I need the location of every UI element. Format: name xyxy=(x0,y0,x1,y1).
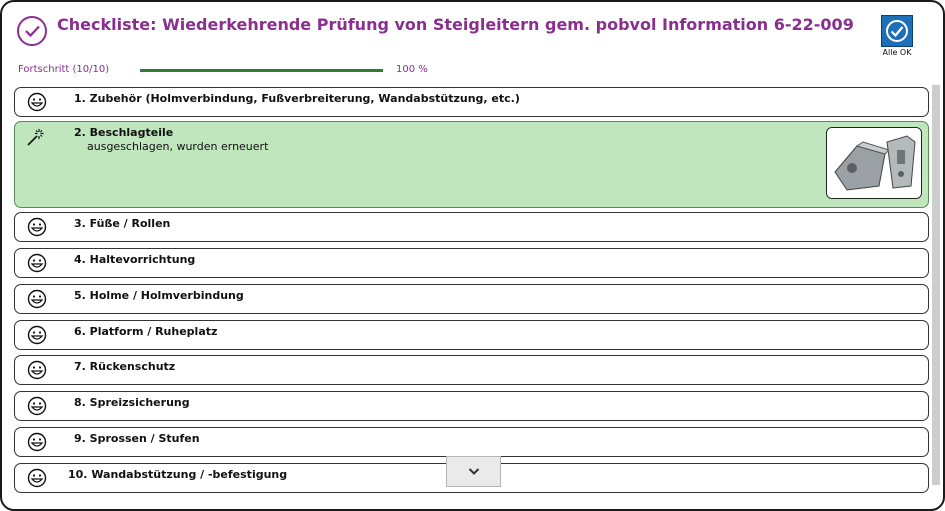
checklist-item-4[interactable]: 4. Haltevorrichtung xyxy=(14,248,929,278)
checklist-item-label: 8. Spreizsicherung xyxy=(74,396,190,409)
smiley-icon xyxy=(27,217,47,237)
smiley-icon xyxy=(27,432,47,452)
checklist-item-6[interactable]: 6. Platform / Ruheplatz xyxy=(14,320,929,350)
scrollbar[interactable] xyxy=(932,85,940,485)
page-title: Checkliste: Wiederkehrende Prüfung von S… xyxy=(57,15,854,34)
checklist-item-label: 5. Holme / Holmverbindung xyxy=(74,289,244,302)
checklist-item-9[interactable]: 9. Sprossen / Stufen xyxy=(14,427,929,457)
check-circle-icon xyxy=(17,16,47,46)
checklist-item-label: 1. Zubehör (Holmverbindung, Fußverbreite… xyxy=(74,92,520,105)
smiley-icon xyxy=(27,253,47,273)
checklist-item-label: 7. Rückenschutz xyxy=(74,360,176,373)
checklist-item-label: 3. Füße / Rollen xyxy=(74,217,171,230)
check-circle-icon xyxy=(881,15,913,47)
progress-fill xyxy=(140,69,383,72)
checklist-item-label: 6. Platform / Ruheplatz xyxy=(74,325,218,338)
item-photo[interactable] xyxy=(826,127,922,199)
checklist-item-8[interactable]: 8. Spreizsicherung xyxy=(14,391,929,421)
smiley-icon xyxy=(27,325,47,345)
all-ok-label: Alle OK xyxy=(882,48,912,57)
progress-bar xyxy=(140,69,383,72)
checklist-item-label: 2. Beschlagteile xyxy=(74,126,174,139)
magic-wand-icon xyxy=(27,129,44,146)
fitting-photo-image xyxy=(827,128,921,198)
checklist-item-3[interactable]: 3. Füße / Rollen xyxy=(14,212,929,242)
progress-percent: 100 % xyxy=(396,64,428,75)
smiley-icon xyxy=(27,396,47,416)
checklist-window: Checkliste: Wiederkehrende Prüfung von S… xyxy=(0,0,945,511)
scroll-down-button[interactable] xyxy=(446,456,501,487)
scrollbar-thumb[interactable] xyxy=(932,85,940,485)
smiley-icon xyxy=(27,360,47,380)
checklist-item-1[interactable]: 1. Zubehör (Holmverbindung, Fußverbreite… xyxy=(14,87,929,117)
all-ok-button[interactable]: Alle OK xyxy=(880,15,914,57)
checklist-item-label: 10. Wandabstützung / -befestigung xyxy=(68,468,288,481)
checklist-item-note: ausgeschlagen, wurden erneuert xyxy=(87,140,269,153)
smiley-icon xyxy=(27,289,47,309)
checklist: 1. Zubehör (Holmverbindung, Fußverbreite… xyxy=(14,87,931,501)
checklist-item-7[interactable]: 7. Rückenschutz xyxy=(14,355,929,385)
checklist-item-5[interactable]: 5. Holme / Holmverbindung xyxy=(14,284,929,314)
checklist-item-2[interactable]: 2. Beschlagteile ausgeschlagen, wurden e… xyxy=(14,121,929,208)
chevron-down-icon xyxy=(468,468,480,475)
progress-label: Fortschritt (10/10) xyxy=(18,64,110,75)
checklist-item-label: 9. Sprossen / Stufen xyxy=(74,432,200,445)
smiley-icon xyxy=(27,468,47,488)
checklist-item-label: 4. Haltevorrichtung xyxy=(74,253,196,266)
smiley-icon xyxy=(27,92,47,112)
